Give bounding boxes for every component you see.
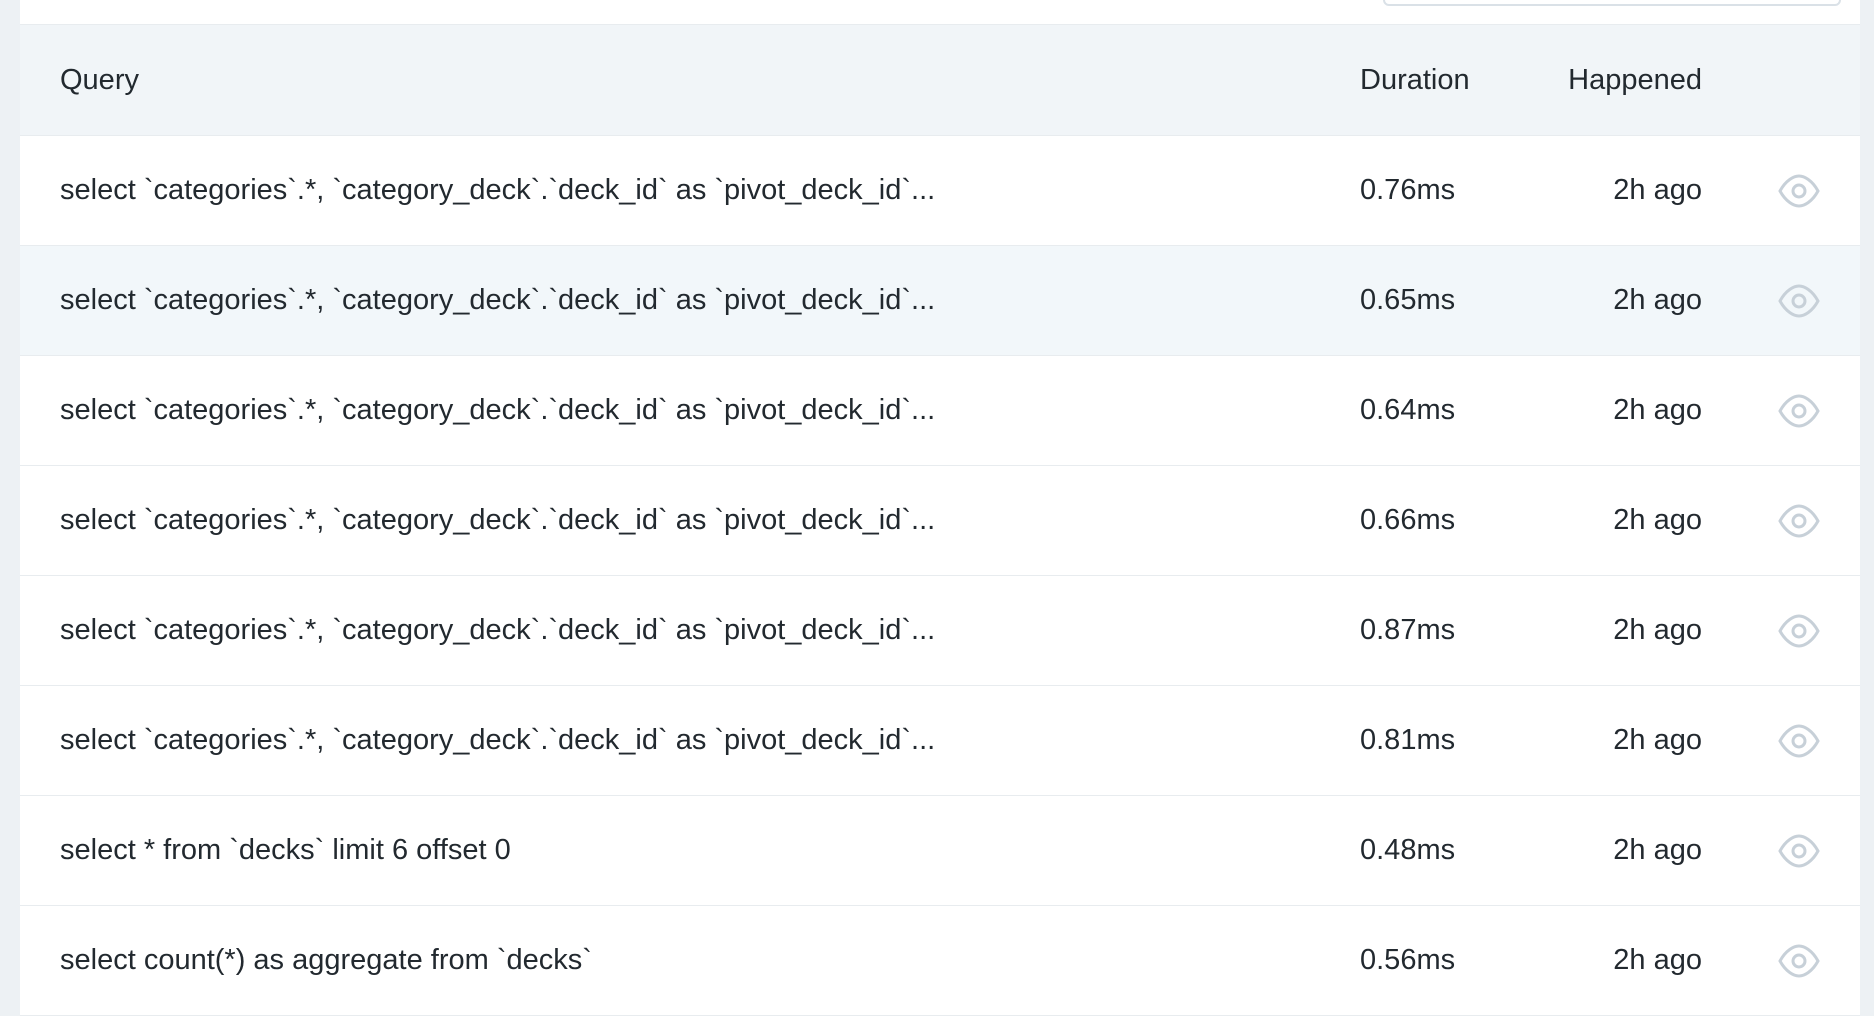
- table-body: select `categories`.*, `category_deck`.`…: [20, 136, 1860, 1016]
- happened-cell: 2h ago: [1613, 394, 1702, 426]
- table-row[interactable]: select `categories`.*, `category_deck`.`…: [20, 466, 1860, 576]
- duration-cell: 0.87ms: [1360, 614, 1456, 646]
- query-cell: select count(*) as aggregate from `decks…: [60, 944, 592, 976]
- happened-cell: 2h ago: [1613, 284, 1702, 316]
- column-header-duration: Duration: [1360, 64, 1470, 96]
- table-row[interactable]: select `categories`.*, `category_deck`.`…: [20, 576, 1860, 686]
- eye-icon[interactable]: [1778, 724, 1820, 758]
- duration-cell: 0.81ms: [1360, 724, 1456, 756]
- panel-top-bar: [20, 0, 1860, 25]
- eye-icon[interactable]: [1778, 284, 1820, 318]
- query-cell: select `categories`.*, `category_deck`.`…: [60, 284, 936, 316]
- query-cell: select `categories`.*, `category_deck`.`…: [60, 614, 936, 646]
- eye-icon[interactable]: [1778, 614, 1820, 648]
- duration-cell: 0.64ms: [1360, 394, 1456, 426]
- table-row[interactable]: select `categories`.*, `category_deck`.`…: [20, 356, 1860, 466]
- query-cell: select * from `decks` limit 6 offset 0: [60, 834, 511, 866]
- table-row[interactable]: select `categories`.*, `category_deck`.`…: [20, 686, 1860, 796]
- query-cell: select `categories`.*, `category_deck`.`…: [60, 724, 936, 756]
- eye-icon[interactable]: [1778, 174, 1820, 208]
- duration-cell: 0.48ms: [1360, 834, 1456, 866]
- table-header: Query Duration Happened: [20, 25, 1860, 136]
- table-row[interactable]: select `categories`.*, `category_deck`.`…: [20, 246, 1860, 356]
- eye-icon[interactable]: [1778, 944, 1820, 978]
- column-header-happened: Happened: [1568, 64, 1702, 96]
- table-row[interactable]: select `categories`.*, `category_deck`.`…: [20, 136, 1860, 246]
- duration-cell: 0.76ms: [1360, 174, 1456, 206]
- happened-cell: 2h ago: [1613, 614, 1702, 646]
- eye-icon[interactable]: [1778, 834, 1820, 868]
- happened-cell: 2h ago: [1613, 834, 1702, 866]
- happened-cell: 2h ago: [1613, 174, 1702, 206]
- duration-cell: 0.65ms: [1360, 284, 1456, 316]
- query-cell: select `categories`.*, `category_deck`.`…: [60, 174, 936, 206]
- query-cell: select `categories`.*, `category_deck`.`…: [60, 394, 936, 426]
- table-row[interactable]: select * from `decks` limit 6 offset 0 0…: [20, 796, 1860, 906]
- eye-icon[interactable]: [1778, 504, 1820, 538]
- table-row[interactable]: select count(*) as aggregate from `decks…: [20, 906, 1860, 1016]
- happened-cell: 2h ago: [1613, 724, 1702, 756]
- happened-cell: 2h ago: [1613, 504, 1702, 536]
- duration-cell: 0.66ms: [1360, 504, 1456, 536]
- query-cell: select `categories`.*, `category_deck`.`…: [60, 504, 936, 536]
- column-header-query: Query: [60, 64, 139, 96]
- eye-icon[interactable]: [1778, 394, 1820, 428]
- queries-panel: Query Duration Happened select `categori…: [20, 0, 1860, 1016]
- happened-cell: 2h ago: [1613, 944, 1702, 976]
- search-input[interactable]: [1383, 0, 1841, 6]
- duration-cell: 0.56ms: [1360, 944, 1456, 976]
